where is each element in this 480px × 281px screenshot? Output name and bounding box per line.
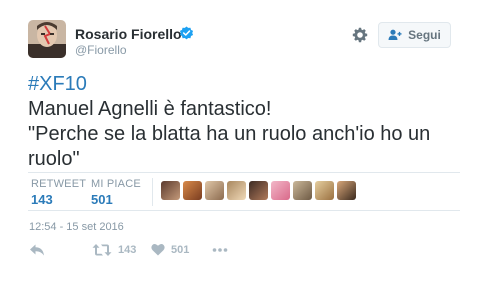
retweet-stat-count: 143 <box>31 192 53 207</box>
divider <box>28 210 460 211</box>
liker-avatar[interactable] <box>337 181 356 200</box>
retweet-count: 143 <box>118 244 137 256</box>
follow-label: Segui <box>408 28 441 42</box>
like-button[interactable]: 501 <box>151 243 189 256</box>
retweet-icon <box>92 244 112 256</box>
tweet-line-1: Manuel Agnelli è fantastico! <box>28 98 272 120</box>
likes-stat-count: 501 <box>91 192 113 207</box>
liker-avatar[interactable] <box>205 181 224 200</box>
more-dots-icon <box>212 248 228 252</box>
liked-by-avatars <box>161 181 356 200</box>
user-handle[interactable]: @Fiorello <box>75 43 127 57</box>
stats-separator <box>152 178 153 206</box>
follow-button[interactable]: Segui <box>378 22 451 48</box>
liker-avatar[interactable] <box>249 181 268 200</box>
tweet-text: #XF10 Manuel Agnelli è fantastico! "Perc… <box>28 72 458 172</box>
gear-icon[interactable] <box>352 27 368 43</box>
reply-icon <box>30 244 44 256</box>
retweet-stat[interactable]: RETWEET 143 <box>31 178 86 207</box>
avatar[interactable] <box>28 20 66 58</box>
liker-avatar[interactable] <box>271 181 290 200</box>
liker-avatar[interactable] <box>161 181 180 200</box>
reply-button[interactable] <box>29 243 45 257</box>
liker-avatar[interactable] <box>315 181 334 200</box>
verified-badge-icon <box>179 26 194 40</box>
liker-avatar[interactable] <box>293 181 312 200</box>
heart-icon <box>151 244 165 256</box>
add-user-icon <box>388 29 402 40</box>
likes-stat[interactable]: MI PIACE 501 <box>91 178 141 207</box>
retweet-button[interactable]: 143 <box>92 243 136 257</box>
hashtag-link[interactable]: #XF10 <box>28 73 87 95</box>
liker-avatar[interactable] <box>227 181 246 200</box>
tweet-timestamp[interactable]: 12:54 - 15 set 2016 <box>29 221 124 233</box>
retweet-stat-label: RETWEET <box>31 178 87 190</box>
tweet-line-2: "Perche se la blatta ha un ruolo anch'io… <box>28 123 431 145</box>
tweet-line-3: ruolo" <box>28 148 80 170</box>
display-name[interactable]: Rosario Fiorello <box>75 26 182 42</box>
like-count: 501 <box>171 243 190 256</box>
liker-avatar[interactable] <box>183 181 202 200</box>
divider <box>28 172 460 173</box>
more-button[interactable] <box>212 243 228 257</box>
likes-stat-label: MI PIACE <box>91 178 141 190</box>
